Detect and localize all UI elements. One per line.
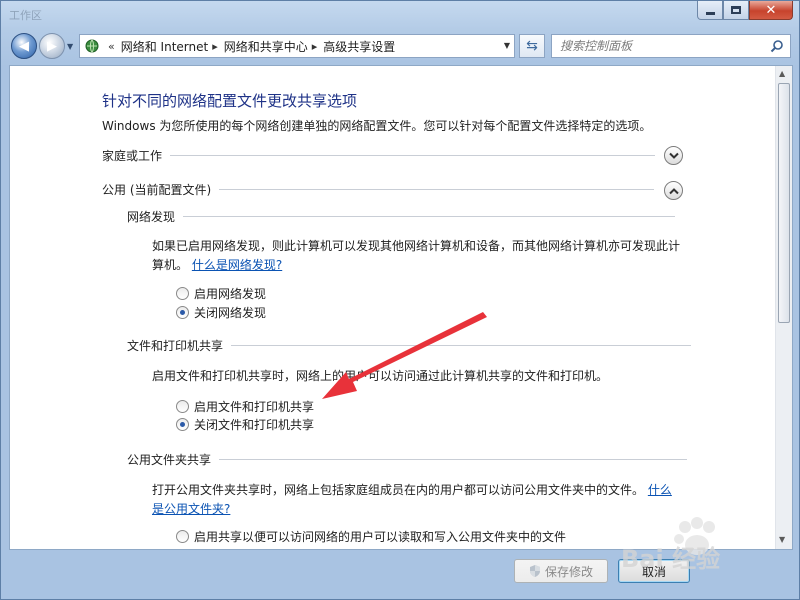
profile-public[interactable]: 公用 (当前配置文件)	[102, 179, 655, 199]
maximize-button[interactable]	[723, 1, 749, 20]
radio-enable-file-printer-sharing[interactable]: 启用文件和打印机共享	[176, 397, 314, 415]
minimize-button[interactable]	[697, 1, 723, 20]
network-discovery-heading: 网络发现	[127, 209, 176, 224]
expand-home-work-button[interactable]	[664, 146, 683, 165]
maximize-icon	[731, 6, 741, 14]
divider	[170, 154, 656, 156]
title-bar[interactable]: 工作区 ✕	[1, 1, 799, 27]
breadcrumb-overflow[interactable]: «	[108, 40, 115, 53]
page-description: Windows 为您所使用的每个网络创建单独的网络配置文件。您可以针对每个配置文…	[102, 119, 652, 133]
radio-button-selected[interactable]	[176, 417, 189, 431]
address-dropdown-icon[interactable]: ▼	[504, 41, 510, 50]
file-printer-sharing-heading: 文件和打印机共享	[127, 338, 224, 353]
radio-enable-network-discovery[interactable]: 启用网络发现	[176, 284, 266, 302]
content-area: 针对不同的网络配置文件更改共享选项 Windows 为您所使用的每个网络创建单独…	[9, 65, 793, 550]
scroll-up-icon[interactable]: ▲	[779, 69, 785, 78]
window-title: 工作区	[9, 9, 42, 22]
breadcrumb-network-internet[interactable]: 网络和 Internet	[121, 38, 208, 55]
breadcrumb-separator-icon[interactable]: ▸	[212, 40, 218, 53]
public-folder-help-link-cont[interactable]: 是公用文件夹?	[152, 502, 230, 516]
address-bar[interactable]: « 网络和 Internet ▸ 网络和共享中心 ▸ 高级共享设置 ▼	[79, 34, 515, 58]
radio-button[interactable]	[176, 286, 189, 300]
breadcrumb-sharing-center[interactable]: 网络和共享中心	[224, 38, 308, 55]
network-discovery-description: 如果已启用网络发现，则此计算机可以发现其他网络计算机和设备，而其他网络计算机亦可…	[152, 237, 682, 275]
file-printer-sharing-section: 文件和打印机共享	[127, 335, 692, 355]
breadcrumb-advanced-sharing[interactable]: 高级共享设置	[323, 38, 395, 55]
divider	[231, 344, 692, 346]
forward-button[interactable]: ▶	[39, 33, 65, 59]
refresh-button[interactable]: ⇆	[519, 34, 545, 58]
radio-button[interactable]	[176, 529, 189, 543]
profile-public-label: 公用 (当前配置文件)	[102, 182, 212, 197]
close-button[interactable]: ✕	[749, 1, 793, 20]
forward-arrow-icon: ▶	[47, 38, 57, 54]
watermark: Bai 经验	[615, 513, 765, 583]
breadcrumb-separator-icon[interactable]: ▸	[312, 40, 318, 53]
radio-label[interactable]: 启用共享以便可以访问网络的用户可以读取和写入公用文件夹中的文件	[194, 528, 566, 545]
public-folder-sharing-section: 公用文件夹共享	[127, 449, 688, 469]
search-box[interactable]	[551, 34, 791, 58]
file-printer-sharing-text: 启用文件和打印机共享时，网络上的用户可以访问通过此计算机共享的文件和打印机。	[152, 369, 609, 383]
search-icon[interactable]	[770, 39, 784, 53]
profile-home-work[interactable]: 家庭或工作	[102, 145, 656, 165]
control-panel-window: 工作区 ✕ ◀ ▶ ▼ « 网络和 Internet ▸ 网络和共享中心 ▸ 高…	[0, 0, 800, 600]
minimize-icon	[705, 11, 715, 15]
back-button[interactable]: ◀	[11, 33, 37, 59]
network-icon	[85, 39, 99, 53]
public-folder-sharing-description: 打开公用文件夹共享时，网络上包括家庭组成员在内的用户都可以访问公用文件夹中的文件…	[152, 481, 682, 519]
radio-disable-network-discovery[interactable]: 关闭网络发现	[176, 303, 266, 321]
scrollbar-thumb[interactable]	[778, 83, 790, 323]
chevron-up-icon	[668, 187, 679, 194]
divider	[183, 215, 676, 217]
divider	[219, 188, 655, 190]
shield-icon	[529, 565, 540, 577]
close-icon: ✕	[765, 2, 777, 18]
radio-disable-file-printer-sharing[interactable]: 关闭文件和打印机共享	[176, 415, 314, 433]
radio-label[interactable]: 关闭网络发现	[194, 304, 266, 321]
radio-button-selected[interactable]	[176, 305, 189, 319]
vertical-scrollbar[interactable]: ▲ ▼	[775, 66, 792, 549]
public-folder-help-link[interactable]: 什么	[648, 483, 672, 497]
save-changes-label: 保存修改	[544, 564, 593, 579]
network-discovery-help-link[interactable]: 什么是网络发现?	[192, 258, 282, 272]
profile-home-work-label: 家庭或工作	[102, 148, 163, 163]
public-folder-sharing-text: 打开公用文件夹共享时，网络上包括家庭组成员在内的用户都可以访问公用文件夹中的文件…	[152, 483, 645, 497]
scroll-down-icon[interactable]: ▼	[779, 535, 785, 544]
network-discovery-section: 网络发现	[127, 206, 676, 226]
divider	[219, 458, 688, 460]
collapse-public-button[interactable]	[664, 181, 683, 200]
refresh-icon: ⇆	[526, 38, 538, 54]
page-title: 针对不同的网络配置文件更改共享选项	[102, 92, 358, 110]
radio-button[interactable]	[176, 399, 189, 413]
watermark-text: Bai 经验	[621, 545, 721, 573]
radio-label[interactable]: 启用文件和打印机共享	[194, 398, 314, 415]
search-input[interactable]	[560, 39, 760, 53]
navigation-bar: ◀ ▶ ▼ « 网络和 Internet ▸ 网络和共享中心 ▸ 高级共享设置 …	[1, 29, 799, 63]
caption-buttons: ✕	[697, 1, 793, 20]
radio-label[interactable]: 关闭文件和打印机共享	[194, 416, 314, 433]
radio-label[interactable]: 启用网络发现	[194, 285, 266, 302]
back-arrow-icon: ◀	[19, 38, 29, 54]
chevron-down-icon	[668, 152, 679, 159]
radio-enable-public-folder-sharing[interactable]: 启用共享以便可以访问网络的用户可以读取和写入公用文件夹中的文件	[176, 527, 566, 545]
save-changes-button[interactable]: 保存修改	[514, 559, 608, 583]
recent-pages-dropdown-icon[interactable]: ▼	[67, 42, 73, 51]
public-folder-sharing-heading: 公用文件夹共享	[127, 452, 212, 467]
